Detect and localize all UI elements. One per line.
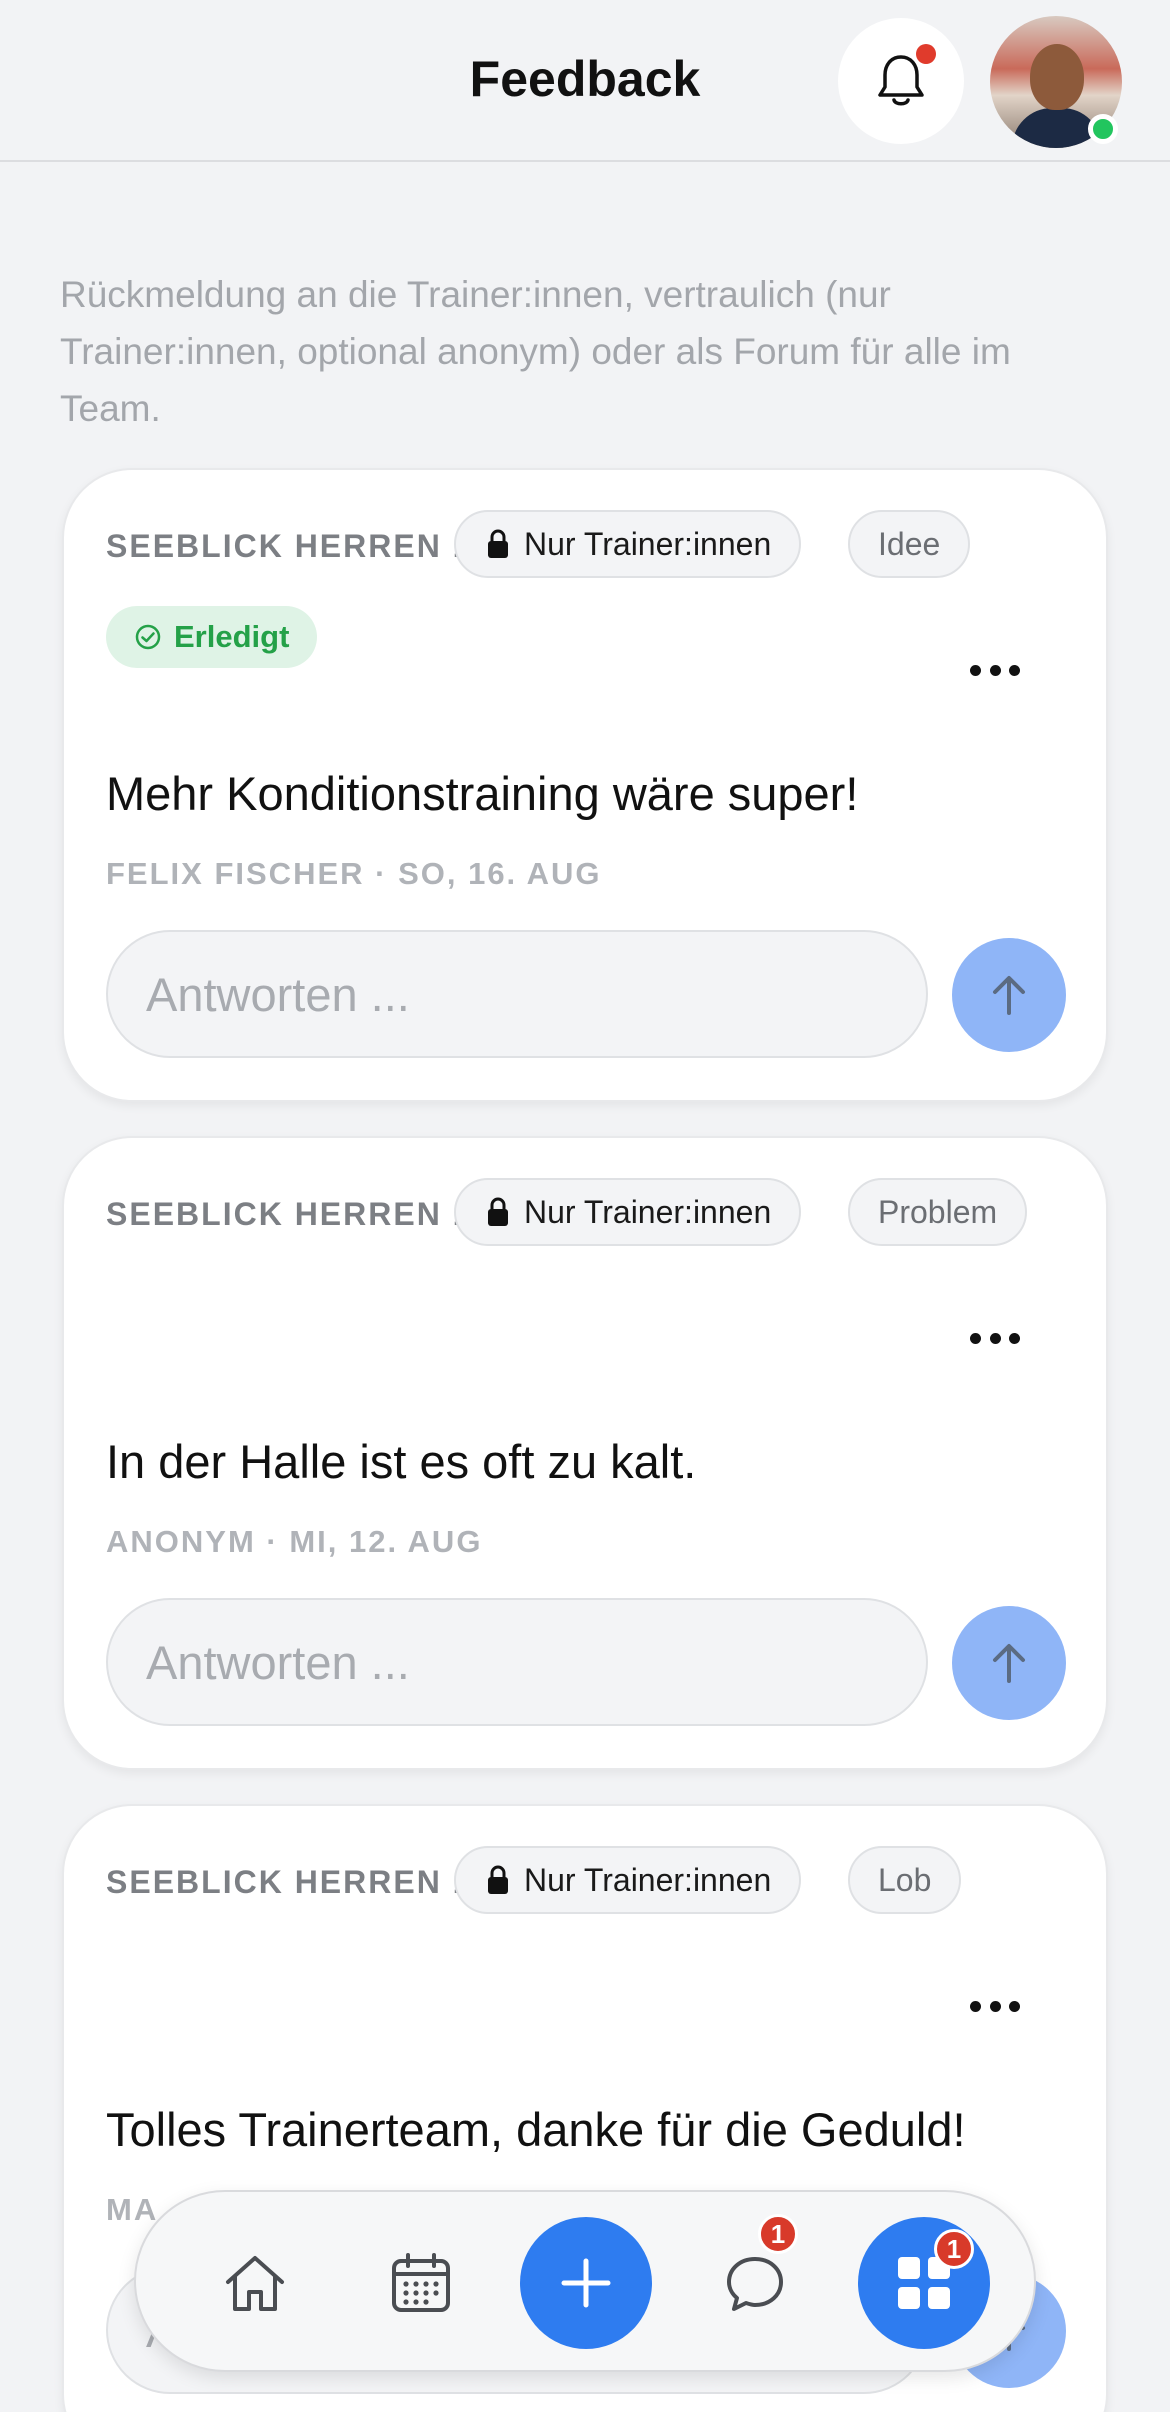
visibility-label: Nur Trainer:innen <box>524 1861 772 1898</box>
more-options-button[interactable] <box>970 1996 1020 2016</box>
feedback-message: In der Halle ist es oft zu kalt. <box>106 1435 697 1488</box>
arrow-up-icon <box>993 976 1025 1015</box>
dot-icon <box>989 2000 1001 2012</box>
send-button[interactable] <box>952 938 1066 1052</box>
category-chip: Lob <box>848 1846 962 1914</box>
send-button[interactable] <box>952 1606 1066 1720</box>
dot-icon <box>1009 2000 1020 2012</box>
tab-calendar[interactable] <box>358 2220 484 2346</box>
visibility-chip: Nur Trainer:innen <box>454 1178 802 1246</box>
dot-icon <box>1009 1332 1020 1344</box>
more-options-button[interactable] <box>970 1328 1020 1348</box>
dot-icon <box>970 2000 981 2012</box>
check-circle-icon <box>135 624 161 650</box>
dot-icon <box>970 1332 981 1344</box>
reply-input[interactable]: Antworten ... <box>106 930 928 1058</box>
team-label: SEEBLICK HERREN 1 <box>106 1196 473 1232</box>
arrow-up-icon <box>993 1644 1025 1683</box>
feedback-meta: MA <box>106 2192 159 2227</box>
dot-icon <box>970 664 981 676</box>
intro-text: Rückmeldung an die Trainer:innen, vertra… <box>60 274 1011 429</box>
feedback-message: Tolles Trainerteam, danke für die Geduld… <box>106 2103 966 2156</box>
feedback-card: SEEBLICK HERREN 1 Nur Trainer:innen Idee… <box>62 468 1108 1102</box>
category-chip: Problem <box>848 1178 1028 1246</box>
tab-home[interactable] <box>192 2220 318 2346</box>
feedback-card: SEEBLICK HERREN 1 Nur Trainer:innen Prob… <box>62 1136 1108 1770</box>
team-label: SEEBLICK HERREN 1 <box>106 528 473 564</box>
add-button[interactable] <box>520 2217 652 2349</box>
feedback-message: Mehr Konditionstraining wäre super! <box>106 767 859 820</box>
online-status-dot <box>1088 114 1118 144</box>
app-header: Feedback <box>0 0 1170 162</box>
avatar-head <box>1030 44 1084 110</box>
notifications-button[interactable] <box>838 18 964 144</box>
lock-icon <box>488 529 508 558</box>
status-badge: Erledigt <box>106 606 318 668</box>
team-label: SEEBLICK HERREN 1 <box>106 1864 473 1900</box>
more-badge: 1 <box>934 2229 974 2269</box>
dot-icon <box>1009 664 1020 676</box>
visibility-label: Nur Trainer:innen <box>524 525 772 562</box>
tab-chat[interactable]: 1 <box>692 2214 818 2346</box>
reply-input[interactable]: Antworten ... <box>106 1598 928 1726</box>
dot-icon <box>989 664 1001 676</box>
feedback-meta: ANONYM · MI, 12. AUG <box>106 1524 483 1559</box>
plus-icon <box>561 2258 611 2308</box>
notification-dot <box>916 44 936 64</box>
chat-icon <box>727 2257 783 2311</box>
lock-icon <box>488 1197 508 1226</box>
bottom-tab-bar: 1 1 <box>134 2190 1036 2372</box>
tab-more[interactable]: 1 <box>858 2217 990 2349</box>
category-chip: Idee <box>848 510 971 578</box>
dot-icon <box>989 1332 1001 1344</box>
home-icon <box>226 2256 284 2311</box>
calendar-icon <box>392 2253 450 2312</box>
visibility-label: Nur Trainer:innen <box>524 1193 772 1230</box>
visibility-chip: Nur Trainer:innen <box>454 1846 802 1914</box>
status-label: Erledigt <box>174 619 290 654</box>
more-options-button[interactable] <box>970 660 1020 680</box>
lock-icon <box>488 1865 508 1894</box>
visibility-chip: Nur Trainer:innen <box>454 510 802 578</box>
feedback-meta: FELIX FISCHER · SO, 16. AUG <box>106 856 602 891</box>
chat-badge: 1 <box>758 2214 798 2254</box>
